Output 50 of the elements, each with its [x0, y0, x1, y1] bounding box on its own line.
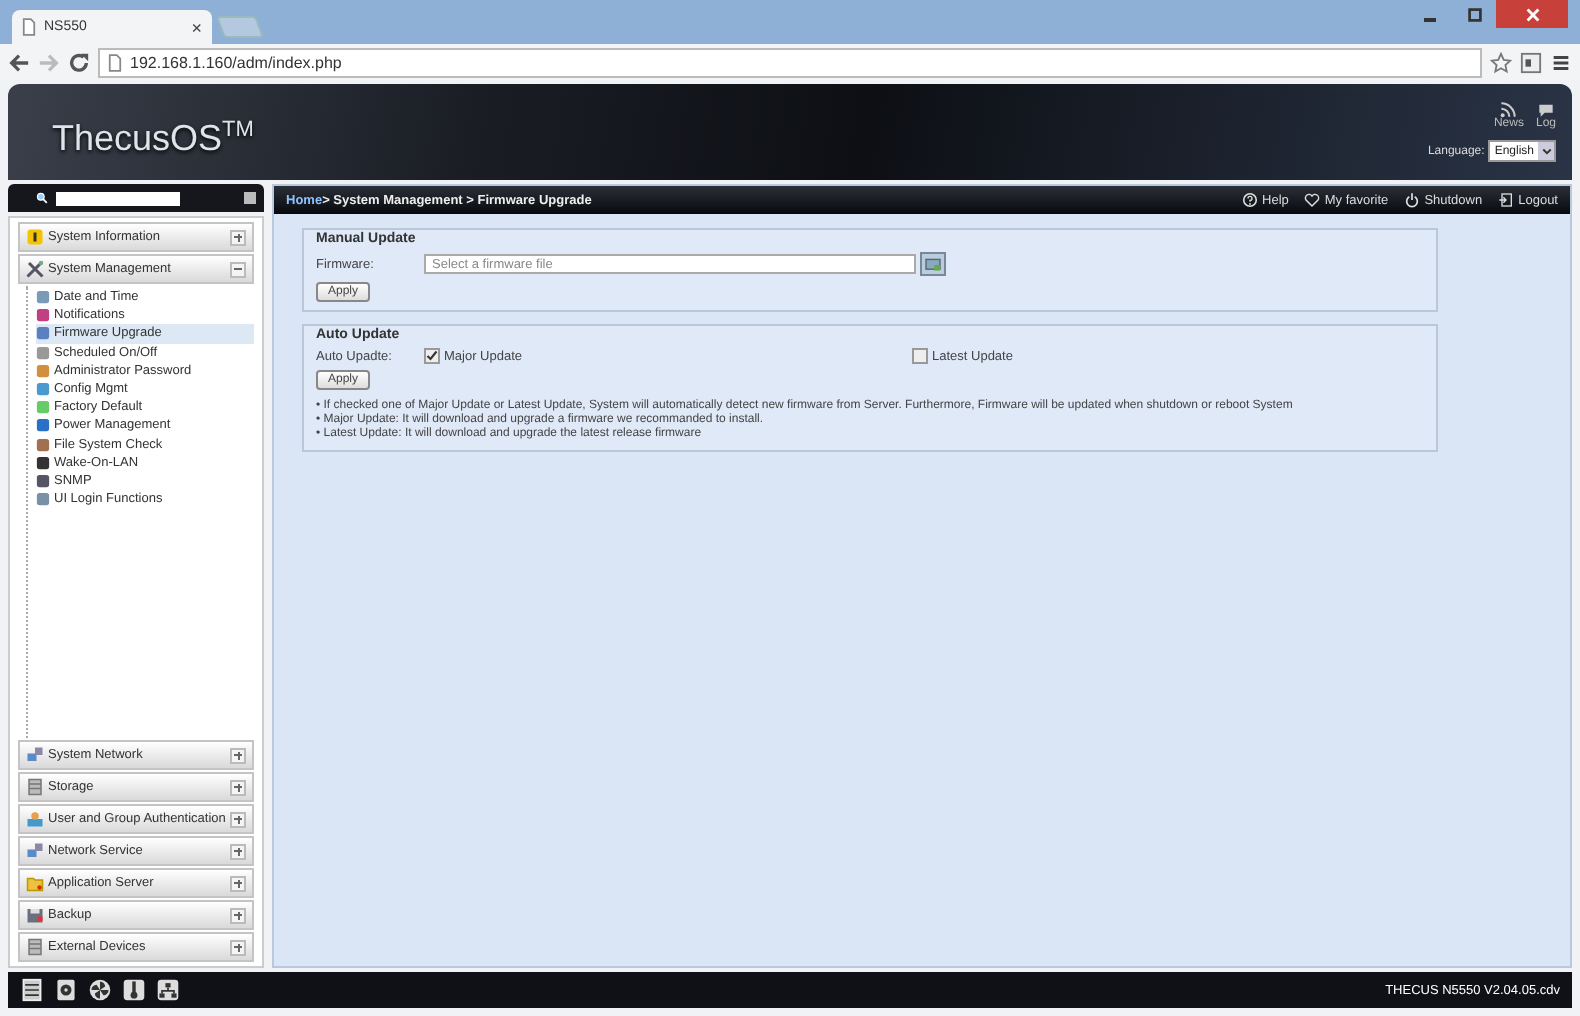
heart-icon	[1304, 192, 1321, 208]
address-bar[interactable]: 192.168.1.160/adm/index.php	[98, 47, 1482, 77]
minimize-icon	[1424, 17, 1436, 21]
tile-icon	[36, 418, 50, 433]
maximize-icon	[1465, 5, 1483, 23]
caret-icon	[1541, 147, 1551, 155]
tile-icon	[36, 400, 50, 415]
users-icon	[26, 810, 44, 828]
checkbox[interactable]	[424, 348, 440, 364]
speech-bubble-icon	[1537, 102, 1554, 118]
page-icon	[22, 18, 36, 36]
tile-icon	[36, 363, 50, 378]
tile-icon	[36, 382, 50, 397]
rss-icon	[1500, 102, 1517, 118]
info-icon	[26, 228, 44, 246]
tile-icon	[36, 437, 50, 452]
checkbox[interactable]	[912, 348, 928, 364]
network-icon	[26, 746, 44, 764]
server-icon[interactable]	[20, 978, 44, 1002]
folder-icon	[26, 874, 44, 892]
help-icon	[1242, 192, 1259, 208]
close-icon	[1523, 5, 1541, 23]
power-icon	[1404, 192, 1421, 208]
search-icon	[36, 192, 48, 204]
logout-icon	[1498, 192, 1515, 208]
star-icon[interactable]	[1490, 51, 1512, 73]
drive-stack-icon	[26, 938, 44, 956]
tile-icon	[36, 473, 50, 488]
menu-icon[interactable]	[1550, 51, 1572, 73]
back-icon[interactable]	[8, 51, 30, 73]
thermometer-icon[interactable]	[122, 978, 146, 1002]
tile-icon	[36, 326, 50, 341]
tile-icon	[36, 290, 50, 305]
tab-close-button[interactable]: ×	[191, 17, 202, 37]
browse-button[interactable]	[920, 252, 946, 276]
tile-icon	[36, 492, 50, 507]
disk-icon[interactable]	[54, 978, 78, 1002]
network-icon[interactable]	[156, 978, 180, 1002]
tile-icon	[36, 455, 50, 470]
network-icon	[26, 842, 44, 860]
extension-icon[interactable]	[1520, 51, 1542, 73]
reload-icon[interactable]	[68, 51, 90, 73]
tile-icon	[36, 345, 50, 360]
logo-text: ThecusOS$^{TM}$	[52, 117, 254, 159]
tile-icon	[36, 308, 50, 323]
fan-icon[interactable]	[88, 978, 112, 1002]
close-button[interactable]	[1496, 0, 1568, 28]
search-field[interactable]	[56, 191, 180, 205]
tools-icon	[26, 260, 44, 278]
drive-stack-icon	[26, 778, 44, 796]
